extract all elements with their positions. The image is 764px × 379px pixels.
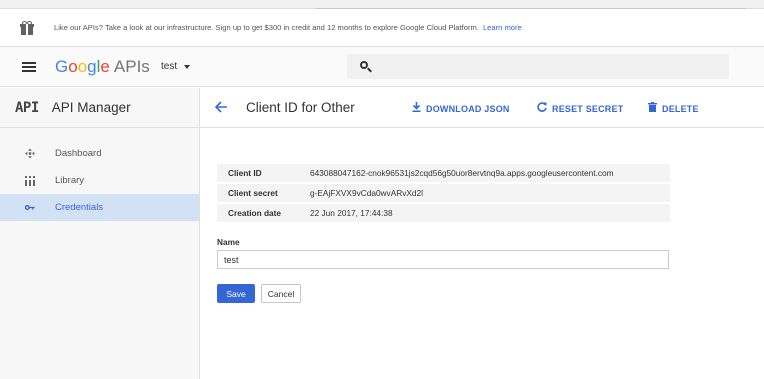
client-id-value: 643088047162-cnok96531js2cqd56g50uor8erv… xyxy=(310,168,614,178)
chevron-down-icon xyxy=(184,64,191,69)
detail-key: Client secret xyxy=(228,188,278,198)
search-bar[interactable] xyxy=(347,54,729,79)
reset-secret-button[interactable]: RESET SECRET xyxy=(537,102,623,115)
project-name: test xyxy=(161,61,178,72)
sidebar-title: API Manager xyxy=(51,100,131,115)
download-icon xyxy=(412,102,421,115)
learn-more-link[interactable]: Learn more xyxy=(483,23,522,32)
gift-icon xyxy=(20,20,34,35)
main-content: Client ID for Other DOWNLOAD JSON RESET … xyxy=(200,88,764,379)
tab-edge xyxy=(316,0,746,9)
back-arrow-icon[interactable] xyxy=(214,101,228,115)
sidebar-nav: Dashboard Library Credentials xyxy=(0,140,199,221)
top-header: Google APIs test xyxy=(0,47,764,87)
sidebar-item-library[interactable]: Library xyxy=(0,167,199,194)
key-icon xyxy=(25,204,35,211)
api-icon: API xyxy=(15,99,39,116)
detail-key: Creation date xyxy=(228,208,282,218)
sidebar-item-credentials[interactable]: Credentials xyxy=(0,194,199,221)
client-details-table: Client ID 643088047162-cnok96531js2cqd56… xyxy=(217,164,670,224)
sidebar-item-dashboard[interactable]: Dashboard xyxy=(0,140,199,167)
table-row: Client ID 643088047162-cnok96531js2cqd56… xyxy=(217,164,670,182)
browser-top-strip xyxy=(0,0,764,9)
table-row: Client secret g-EAjFXVX9vCda0wvARvXd2l xyxy=(217,184,670,202)
creation-date-value: 22 Jun 2017, 17:44:38 xyxy=(310,208,393,218)
sidebar-header: API API Manager xyxy=(0,88,199,128)
sidebar: API API Manager Dashboard Library Creden… xyxy=(0,88,200,379)
sidebar-item-label: Dashboard xyxy=(55,148,102,159)
save-button[interactable]: Save xyxy=(217,284,255,303)
project-selector[interactable]: test xyxy=(161,61,191,72)
promo-text: Like our APIs? Take a look at our infras… xyxy=(54,23,479,32)
client-secret-value: g-EAjFXVX9vCda0wvARvXd2l xyxy=(310,188,423,198)
trash-icon xyxy=(648,102,657,115)
delete-button[interactable]: DELETE xyxy=(648,102,699,115)
sidebar-item-label: Library xyxy=(55,175,85,186)
refresh-icon xyxy=(537,102,547,115)
sidebar-item-label: Credentials xyxy=(55,202,104,213)
google-apis-logo[interactable]: Google APIs xyxy=(55,57,150,77)
name-field[interactable] xyxy=(217,250,669,269)
cancel-button[interactable]: Cancel xyxy=(261,284,301,303)
dashboard-icon xyxy=(25,148,35,159)
menu-icon[interactable] xyxy=(22,62,36,72)
page-title: Client ID for Other xyxy=(246,100,355,115)
page-header: Client ID for Other DOWNLOAD JSON RESET … xyxy=(200,88,764,128)
name-label: Name xyxy=(217,237,240,247)
table-row: Creation date 22 Jun 2017, 17:44:38 xyxy=(217,204,670,222)
library-icon xyxy=(25,175,35,186)
download-json-button[interactable]: DOWNLOAD JSON xyxy=(412,102,510,115)
detail-key: Client ID xyxy=(228,168,262,178)
promo-banner: Like our APIs? Take a look at our infras… xyxy=(0,9,764,47)
